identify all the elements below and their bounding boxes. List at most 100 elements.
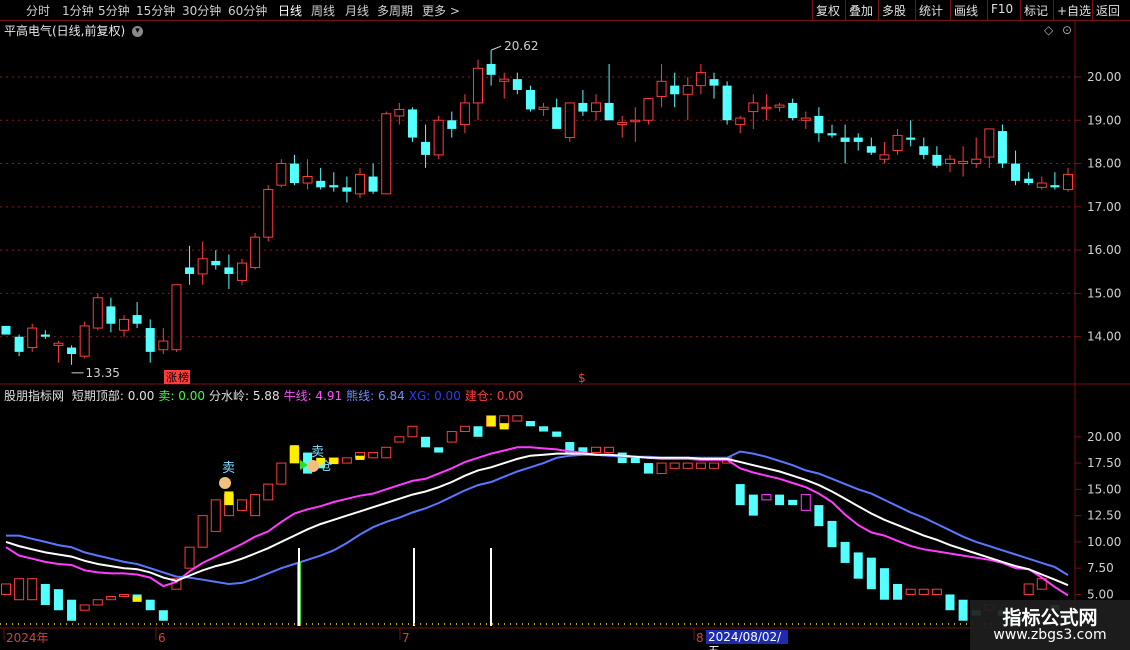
signal-bar — [591, 446, 601, 454]
indicator-value-3: 牛线: 4.91 — [283, 389, 343, 403]
dollar-marker: $ — [578, 371, 586, 385]
indicator-name[interactable]: 股朋指标网 — [4, 389, 64, 403]
signal-bar — [434, 447, 444, 453]
candle-body — [499, 78, 510, 82]
signal-bar — [250, 494, 261, 517]
candle-body — [407, 109, 417, 138]
indicator-tick-label: 17.50 — [1087, 456, 1121, 470]
indicator-value-1: 卖: 0.00 — [158, 389, 205, 403]
candle-body — [840, 137, 850, 142]
signal-bar — [105, 596, 116, 601]
signal-bar — [695, 462, 706, 469]
candle-body — [106, 306, 116, 324]
candle-body — [316, 180, 326, 188]
signal-bar — [473, 426, 483, 437]
signal-bar — [893, 583, 903, 600]
candle-body — [158, 340, 169, 351]
candle-body — [643, 98, 654, 121]
candle-body — [459, 102, 470, 126]
candle-body — [695, 72, 706, 87]
candle-body — [578, 102, 588, 112]
candle-body — [421, 141, 431, 155]
candle-body — [538, 106, 549, 110]
signal-bar — [407, 425, 418, 438]
candle-body — [670, 85, 680, 95]
candle-body — [958, 160, 969, 165]
signal-bar — [14, 578, 25, 601]
candle-body — [945, 158, 955, 165]
highlight-bar — [132, 596, 142, 602]
candle-body — [1024, 178, 1034, 184]
candle-body — [342, 187, 352, 192]
target-icon: ⊙ — [1062, 23, 1072, 37]
signal-bar — [656, 462, 667, 475]
candle-body — [564, 102, 575, 139]
candle-body — [709, 79, 719, 86]
candle-body — [67, 347, 77, 355]
candle-body — [119, 318, 129, 331]
candle-body — [368, 176, 378, 192]
candle-body — [79, 325, 90, 357]
candle-body — [774, 104, 785, 108]
signal-bar — [381, 446, 392, 459]
signal-bar — [1023, 583, 1034, 595]
signal-bar — [905, 588, 916, 595]
candle-body — [971, 158, 982, 165]
candle-body — [171, 284, 182, 351]
candle-body — [512, 79, 522, 90]
high-price-label: 20.62 — [504, 39, 538, 53]
candle-body — [932, 154, 942, 166]
price-tick-label: 19.00 — [1087, 113, 1121, 127]
signal-bar — [748, 494, 758, 516]
signal-bar — [341, 457, 352, 464]
price-tick-label: 15.00 — [1087, 286, 1121, 300]
candle-body — [656, 80, 667, 97]
candle-body — [906, 137, 916, 140]
candle-body — [866, 146, 876, 153]
signal-bar — [92, 599, 103, 606]
watermark-url: www.zbgs3.com — [993, 627, 1107, 643]
indicator-tick-label: 12.50 — [1087, 509, 1121, 523]
candle-body — [53, 342, 64, 346]
signal-bar — [775, 494, 785, 506]
signal-bar — [158, 610, 168, 621]
candle-body — [814, 115, 824, 134]
build-label: 仓 — [320, 459, 332, 473]
indicator-legend: 短期顶部: 0.00 卖: 0.00 分水岭: 5.88 牛线: 4.91 熊线: 6.… — [72, 389, 528, 403]
signal-bar — [788, 499, 798, 506]
signal-bar — [814, 505, 824, 527]
candle-body — [892, 134, 903, 152]
limit-up-label-1: 涨 — [166, 371, 177, 384]
stock-chart-window: 分时 1分钟 5分钟 15分钟 30分钟 60分钟 日线 周线 月线 多周期 更多 > 复权 叠加 多股… — [0, 0, 1130, 650]
highlight-bar — [224, 491, 234, 506]
chart-canvas: 20.00 19.00 18.00 17.00 16.00 15.00 14.00 20.62… — [0, 20, 1130, 645]
candle-body — [735, 117, 746, 126]
candle-body — [394, 108, 405, 117]
signal-bar — [53, 589, 63, 611]
candle-body — [853, 137, 863, 142]
candle-body — [197, 258, 208, 275]
signal-bar — [394, 436, 405, 443]
candle-body — [237, 262, 247, 281]
signal-bar — [918, 588, 929, 595]
signal-bar — [604, 446, 615, 454]
candle-body — [748, 102, 759, 113]
highlight-bar — [499, 423, 509, 430]
signal-bar — [853, 552, 863, 579]
candle-body — [92, 297, 103, 329]
signal-bar — [210, 499, 221, 532]
price-tick-label: 20.00 — [1087, 70, 1121, 84]
candle-body — [433, 119, 444, 156]
candle-body — [722, 85, 732, 121]
candle-body — [604, 102, 614, 121]
indicator-tick-label: 15.00 — [1087, 482, 1121, 496]
indicator-tick-label: 7.50 — [1087, 561, 1114, 575]
candle-body — [250, 236, 261, 268]
build-marker — [307, 460, 319, 472]
signal-bar — [421, 436, 431, 448]
candle-body — [329, 185, 339, 188]
signal-bar — [840, 541, 850, 563]
indicator-line-2 — [5, 452, 1069, 587]
indicator-value-0: 短期顶部: 0.00 — [71, 389, 155, 403]
candle-body — [788, 102, 798, 119]
